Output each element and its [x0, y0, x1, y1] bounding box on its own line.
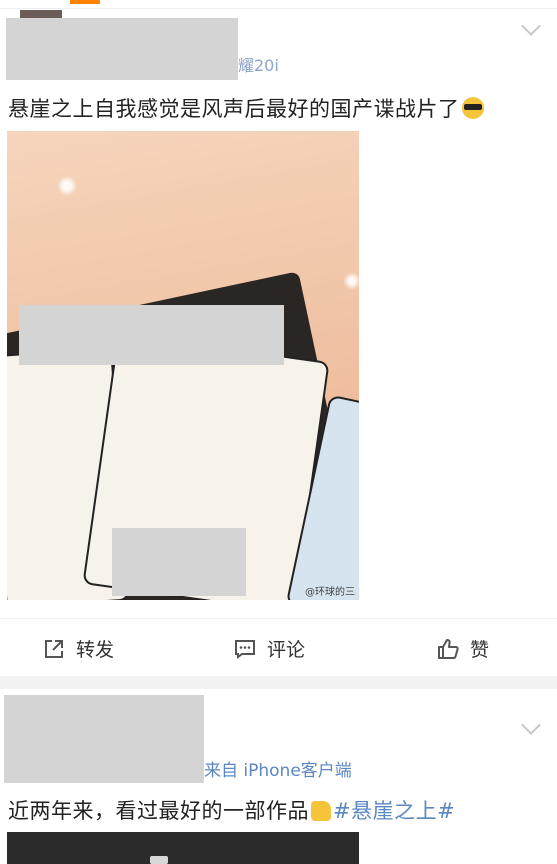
post2-image-highlight	[150, 856, 168, 864]
post1-image-redaction-top	[19, 305, 284, 365]
thumbs-up-icon	[438, 638, 459, 659]
top-divider	[0, 8, 557, 9]
post1-image-redaction-bottom	[112, 528, 246, 596]
post1-username-redacted	[6, 18, 238, 80]
post2-hashtag[interactable]: #悬崖之上#	[333, 799, 455, 823]
posts-separator	[0, 676, 557, 689]
post2-text: 近两年来，看过最好的一部作品 #悬崖之上#	[8, 795, 455, 825]
post1-text: 悬崖之上自我感觉是风声后最好的国产谍战片了	[8, 93, 484, 123]
repost-icon	[45, 639, 63, 658]
like-label: 赞	[470, 639, 490, 661]
post2-meta: 来自 iPhone客户端	[204, 761, 352, 781]
comment-label: 评论	[267, 639, 306, 661]
post2-more-chevron-icon[interactable]	[521, 715, 541, 735]
post2-username-redacted	[4, 695, 204, 783]
comment-button[interactable]: 评论	[233, 635, 305, 662]
post1-text-content: 悬崖之上自我感觉是风声后最好的国产谍战片了	[8, 97, 460, 121]
sunglasses-emoji-icon	[461, 97, 484, 119]
image-watermark: @环球的三	[305, 587, 355, 598]
like-button[interactable]: 赞	[436, 635, 489, 662]
post1-actions-divider	[0, 618, 557, 619]
post2-text-content: 近两年来，看过最好的一部作品	[8, 799, 309, 823]
post1-meta: 耀20i	[238, 56, 279, 75]
repost-label: 转发	[76, 639, 115, 661]
post1-more-chevron-icon[interactable]	[521, 16, 541, 36]
thumbs-up-emoji-icon	[311, 801, 331, 821]
comment-icon	[235, 639, 255, 659]
top-accent	[70, 0, 100, 4]
post2-image[interactable]	[7, 832, 359, 864]
repost-button[interactable]: 转发	[42, 635, 114, 662]
